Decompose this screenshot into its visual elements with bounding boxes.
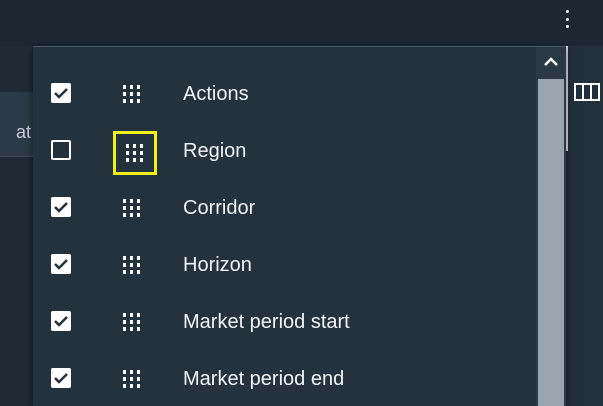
column-list-item: Horizon (33, 236, 533, 293)
column-list-item: Corridor (33, 179, 533, 236)
check-icon (54, 88, 68, 99)
column-label: Market period start (183, 311, 350, 333)
column-checkbox[interactable] (51, 140, 71, 160)
app-window: at Actions Region Corridor Horizon Marke… (0, 0, 603, 406)
column-header-cutoff: at (0, 92, 33, 157)
check-icon (54, 316, 68, 327)
chevron-up-icon[interactable] (536, 47, 566, 77)
column-chooser-panel: Actions Region Corridor Horizon Market p… (33, 46, 566, 406)
check-icon (54, 202, 68, 213)
column-divider (566, 46, 568, 151)
drag-handle-icon[interactable] (119, 81, 145, 107)
column-label: Corridor (183, 197, 256, 219)
more-vertical-icon[interactable] (561, 10, 573, 28)
column-label: Actions (183, 83, 249, 105)
column-list-item: Region (33, 122, 533, 179)
column-label: Region (183, 140, 247, 162)
check-icon (54, 373, 68, 384)
drag-handle-icon[interactable] (113, 131, 157, 175)
vertical-scrollbar[interactable] (536, 47, 566, 406)
column-checkbox[interactable] (51, 254, 71, 274)
column-checkbox[interactable] (51, 368, 71, 388)
column-label: Horizon (183, 254, 252, 276)
drag-handle-icon[interactable] (119, 195, 145, 221)
column-checkbox[interactable] (51, 311, 71, 331)
grid-right-column (566, 46, 603, 406)
column-list-item: Actions (33, 65, 533, 122)
column-label: Market period end (183, 368, 345, 390)
scrollbar-thumb[interactable] (538, 79, 564, 406)
check-icon (54, 259, 68, 270)
column-checkbox[interactable] (51, 83, 71, 103)
drag-handle-icon[interactable] (119, 252, 145, 278)
toolbar (0, 0, 603, 46)
column-list-item: Market period end (33, 350, 533, 406)
column-list-item: Market period start (33, 293, 533, 350)
drag-handle-icon[interactable] (119, 309, 145, 335)
column-header-cutoff-text: at (15, 122, 31, 142)
drag-handle-icon[interactable] (119, 366, 145, 392)
columns-icon[interactable] (574, 82, 600, 102)
grid-left-column: at (0, 46, 33, 406)
column-checkbox[interactable] (51, 197, 71, 217)
